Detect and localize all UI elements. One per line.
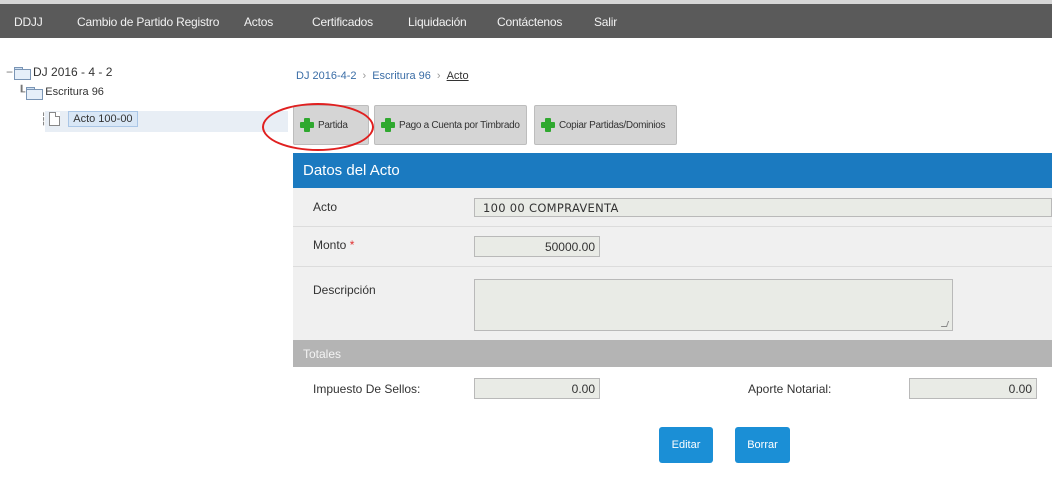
tree-root[interactable]: − DJ 2016 - 4 - 2 bbox=[6, 62, 112, 82]
nav-salir[interactable]: Salir bbox=[594, 15, 617, 29]
plus-icon bbox=[381, 118, 395, 132]
totales-section-header: Totales bbox=[293, 340, 1052, 367]
acto-label: Acto bbox=[313, 200, 338, 214]
app-root: DDJJ Cambio de Partido Registro Actos Ce… bbox=[0, 0, 1052, 490]
tree-child[interactable]: ┖ Escritura 96 bbox=[18, 82, 104, 102]
monto-label-text: Monto bbox=[313, 238, 347, 252]
add-partida-label: Partida bbox=[318, 119, 348, 131]
copiar-partidas-button[interactable]: Copiar Partidas/Dominios bbox=[534, 105, 677, 145]
pago-cuenta-button[interactable]: Pago a Cuenta por Timbrado bbox=[374, 105, 527, 145]
tree-branch-icon: ┆ bbox=[40, 112, 48, 126]
breadcrumb-item-dj[interactable]: DJ 2016-4-2 bbox=[296, 70, 357, 82]
nav-cambio-partido[interactable]: Cambio de Partido Registro bbox=[77, 15, 219, 29]
tree-root-label: DJ 2016 - 4 - 2 bbox=[33, 65, 113, 79]
tree-collapse-icon[interactable]: − bbox=[6, 65, 13, 79]
breadcrumb: DJ 2016-4-2 › Escritura 96 › Acto bbox=[296, 70, 469, 82]
descripcion-textarea[interactable] bbox=[474, 279, 953, 331]
copiar-partidas-label: Copiar Partidas/Dominios bbox=[559, 119, 666, 131]
tree-leaf[interactable]: ┆ Acto 100-00 bbox=[40, 109, 138, 129]
acto-select[interactable]: 100 00 COMPRAVENTA bbox=[474, 198, 1052, 217]
top-nav: DDJJ Cambio de Partido Registro Actos Ce… bbox=[0, 0, 1052, 38]
aporte-label: Aporte Notarial: bbox=[748, 382, 832, 396]
breadcrumb-item-escritura[interactable]: Escritura 96 bbox=[372, 70, 431, 82]
folder-open-icon bbox=[26, 86, 44, 100]
aporte-input[interactable]: 0.00 bbox=[909, 378, 1037, 399]
breadcrumb-separator-icon: › bbox=[436, 70, 441, 82]
row-divider bbox=[293, 226, 1052, 227]
row-divider bbox=[293, 266, 1052, 267]
impuesto-input[interactable]: 0.00 bbox=[474, 378, 600, 399]
nav-contactenos[interactable]: Contáctenos bbox=[497, 15, 562, 29]
impuesto-label: Impuesto De Sellos: bbox=[313, 382, 421, 396]
resize-handle-icon[interactable] bbox=[940, 321, 950, 327]
plus-icon bbox=[541, 118, 555, 132]
folder-open-icon bbox=[14, 66, 32, 80]
nav-liquidacion[interactable]: Liquidación bbox=[408, 15, 467, 29]
monto-input[interactable]: 50000.00 bbox=[474, 236, 600, 257]
nav-certificados[interactable]: Certificados bbox=[312, 15, 373, 29]
borrar-button[interactable]: Borrar bbox=[735, 427, 790, 463]
add-partida-button[interactable]: Partida bbox=[293, 105, 369, 145]
document-icon bbox=[49, 112, 61, 126]
nav-actos[interactable]: Actos bbox=[244, 15, 273, 29]
pago-cuenta-label: Pago a Cuenta por Timbrado bbox=[399, 119, 520, 131]
tree-child-label: Escritura 96 bbox=[45, 86, 104, 98]
tree-branch-icon: ┖ bbox=[18, 85, 26, 99]
nav-ddjj[interactable]: DDJJ bbox=[14, 15, 43, 29]
breadcrumb-item-acto[interactable]: Acto bbox=[447, 70, 469, 82]
descripcion-label: Descripción bbox=[313, 283, 376, 297]
breadcrumb-separator-icon: › bbox=[362, 70, 367, 82]
panel-title: Datos del Acto bbox=[293, 153, 1052, 188]
monto-label: Monto * bbox=[313, 238, 354, 252]
plus-icon bbox=[300, 118, 314, 132]
required-marker: * bbox=[349, 238, 355, 252]
editar-button[interactable]: Editar bbox=[659, 427, 713, 463]
tree-leaf-label[interactable]: Acto 100-00 bbox=[68, 111, 138, 127]
